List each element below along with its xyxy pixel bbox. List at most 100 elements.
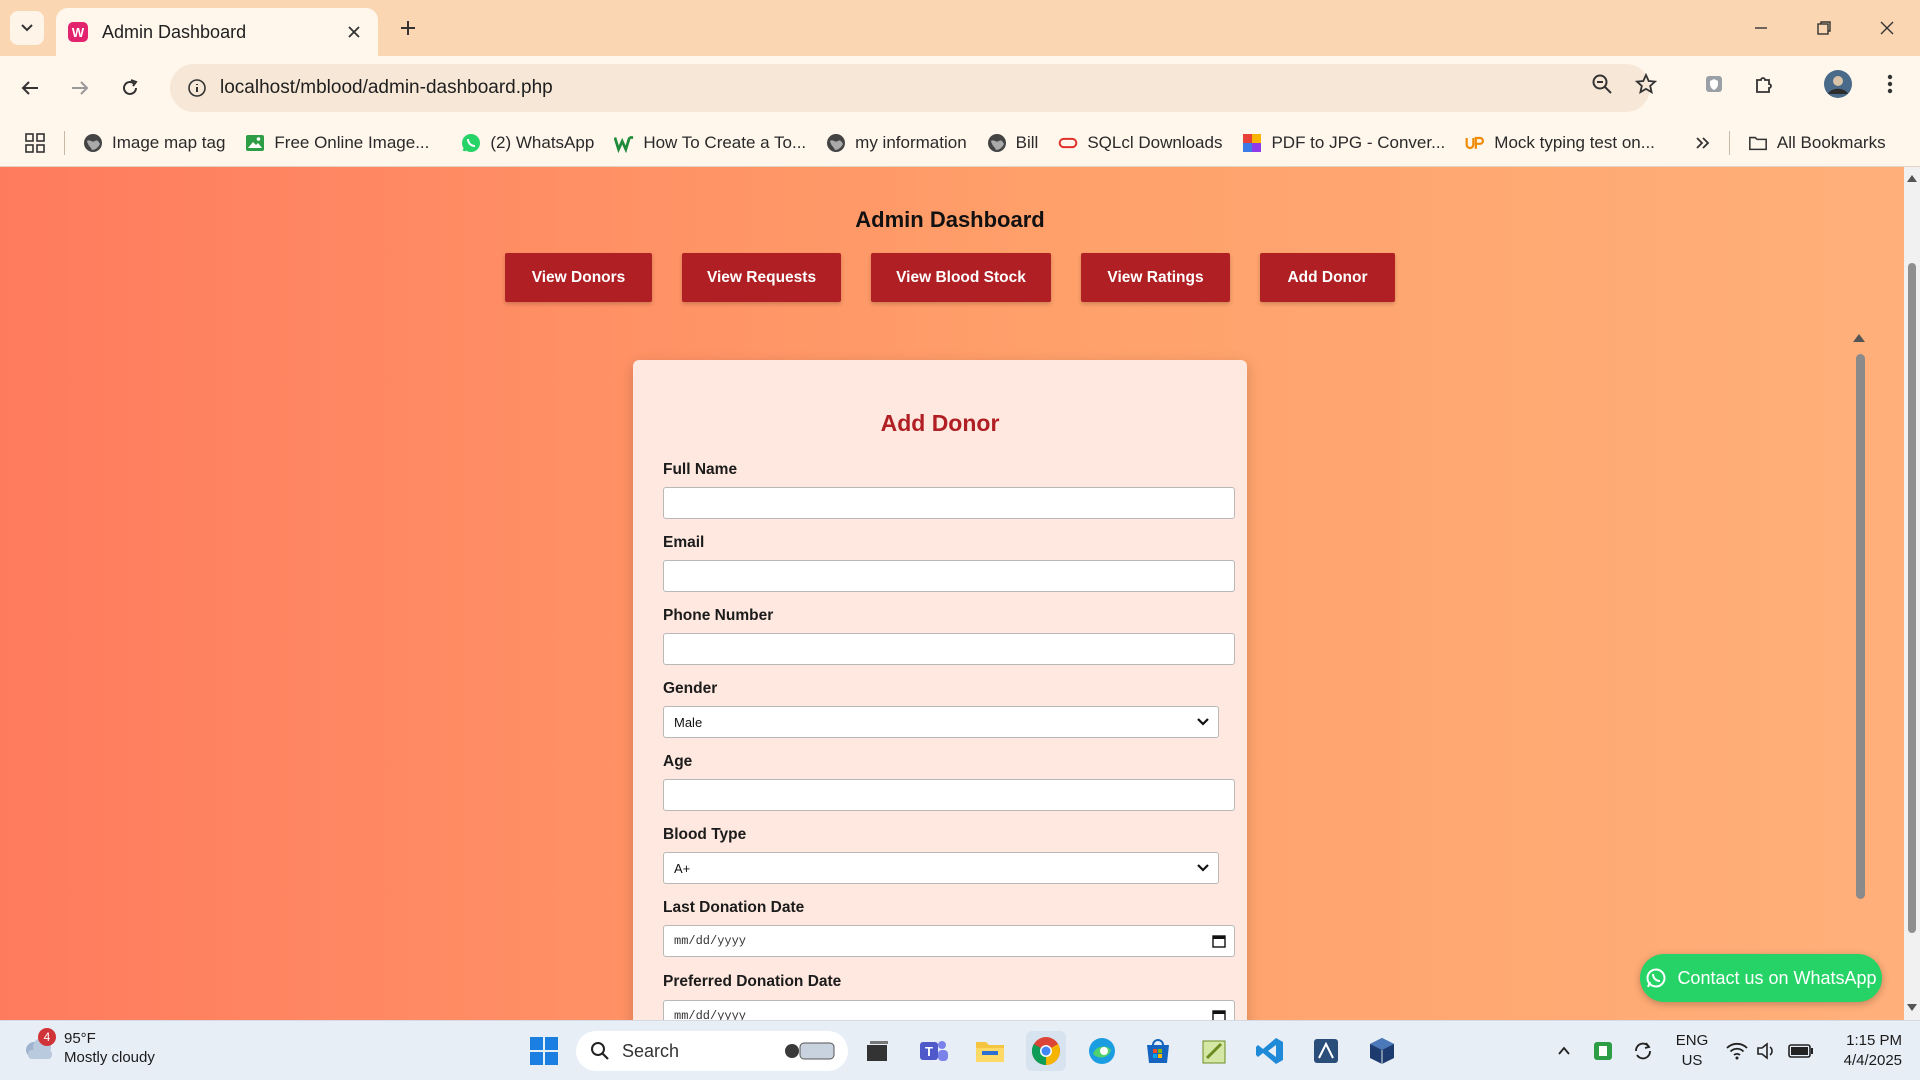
scroll-up-arrow-icon[interactable] xyxy=(1853,334,1865,342)
extension-shield-button[interactable] xyxy=(1694,64,1734,104)
back-button[interactable] xyxy=(10,68,50,108)
bookmark-item[interactable]: Image map tag xyxy=(73,125,235,161)
view-ratings-button[interactable]: View Ratings xyxy=(1081,253,1230,302)
preferred-donation-date-input[interactable]: mm/dd/yyyy xyxy=(663,1000,1235,1020)
chevron-down-icon xyxy=(21,24,33,32)
volume-status[interactable] xyxy=(1754,1031,1780,1071)
close-window-button[interactable] xyxy=(1863,8,1911,48)
view-requests-button[interactable]: View Requests xyxy=(682,253,841,302)
address-bar[interactable]: localhost/mblood/admin-dashboard.php xyxy=(170,64,1650,112)
teams-icon: T xyxy=(920,1041,948,1061)
bookmark-item[interactable]: How To Create a To... xyxy=(604,125,816,161)
whatsapp-contact-button[interactable]: Contact us on WhatsApp xyxy=(1640,954,1882,1002)
teams-app[interactable]: T xyxy=(914,1031,954,1071)
tray-sync[interactable] xyxy=(1628,1031,1658,1071)
add-donor-button[interactable]: Add Donor xyxy=(1260,253,1395,302)
age-input[interactable] xyxy=(663,779,1235,811)
virtualbox-app[interactable] xyxy=(1362,1031,1402,1071)
bookmark-item[interactable]: PDF to JPG - Conver... xyxy=(1232,125,1455,161)
tray-app-green[interactable] xyxy=(1588,1031,1618,1071)
form-title: Add Donor xyxy=(880,410,1000,436)
zoom-button[interactable] xyxy=(1582,64,1622,104)
bookmark-star-button[interactable] xyxy=(1626,64,1666,104)
globe-icon xyxy=(826,133,846,153)
last-donation-date-input[interactable]: mm/dd/yyyy xyxy=(663,925,1235,957)
phone-input[interactable] xyxy=(663,633,1235,665)
weather-widget[interactable]: 4 95°F Mostly cloudy xyxy=(20,1028,155,1067)
taskbar-search[interactable]: Search xyxy=(576,1031,848,1071)
blood-type-label: Blood Type xyxy=(663,826,747,843)
forward-button[interactable] xyxy=(60,68,100,108)
view-donors-button[interactable]: View Donors xyxy=(505,253,652,302)
vscode-app[interactable] xyxy=(1250,1031,1290,1071)
new-tab-button[interactable] xyxy=(392,12,424,44)
scroll-down-arrow-icon[interactable] xyxy=(1906,1003,1918,1013)
bookmark-item[interactable]: SQLcl Downloads xyxy=(1048,125,1232,161)
inner-scroll-thumb[interactable] xyxy=(1856,354,1865,899)
all-bookmarks-button[interactable]: All Bookmarks xyxy=(1738,125,1896,161)
blood-type-select[interactable]: A+ xyxy=(663,852,1219,884)
whatsapp-icon xyxy=(1646,968,1666,988)
full-name-input[interactable] xyxy=(663,487,1235,519)
page-scroll-thumb[interactable] xyxy=(1908,263,1916,933)
site-info-icon[interactable] xyxy=(182,73,212,103)
shield-extension-icon xyxy=(1706,76,1722,92)
email-input[interactable] xyxy=(663,560,1235,592)
clock-time: 1:15 PM xyxy=(1846,1032,1902,1049)
calendar-icon[interactable] xyxy=(1212,1009,1226,1020)
task-view-button[interactable] xyxy=(858,1031,898,1071)
bookmarks-overflow-button[interactable] xyxy=(1685,125,1721,161)
wamp-favicon-icon: W xyxy=(68,22,88,42)
tab-title: Admin Dashboard xyxy=(102,21,247,42)
bookmark-item[interactable]: Free Online Image... xyxy=(235,125,439,161)
bookmarks-bar: Image map tag Free Online Image... (2) W… xyxy=(0,119,1920,167)
scroll-up-arrow-icon[interactable] xyxy=(1906,173,1918,183)
profile-avatar-button[interactable] xyxy=(1818,64,1858,104)
file-explorer-app[interactable] xyxy=(970,1031,1010,1071)
chrome-app[interactable] xyxy=(1026,1031,1066,1071)
view-blood-stock-button[interactable]: View Blood Stock xyxy=(871,253,1051,302)
image-icon xyxy=(245,133,265,153)
snipping-app[interactable] xyxy=(1306,1031,1346,1071)
gender-select[interactable]: Male xyxy=(663,706,1219,738)
browser-tab-active[interactable]: W Admin Dashboard xyxy=(56,8,378,56)
calendar-icon[interactable] xyxy=(1212,934,1226,948)
speaker-icon xyxy=(1757,1042,1773,1060)
tray-overflow-button[interactable] xyxy=(1550,1031,1578,1071)
edge-app[interactable] xyxy=(1082,1031,1122,1071)
tab-search-button[interactable] xyxy=(10,11,44,45)
minimize-button[interactable] xyxy=(1737,8,1785,48)
pdf-tool-icon xyxy=(1242,133,1262,153)
chrome-icon xyxy=(1031,1037,1060,1066)
more-vertical-icon xyxy=(1887,74,1893,94)
wifi-status[interactable] xyxy=(1724,1031,1750,1071)
windows-logo-icon xyxy=(530,1037,558,1065)
browser-menu-button[interactable] xyxy=(1870,64,1910,104)
cube-icon xyxy=(1370,1038,1394,1064)
arrow-right-icon xyxy=(72,81,89,95)
system-clock[interactable]: 1:15 PM 4/4/2025 xyxy=(1826,1031,1902,1071)
bookmark-item[interactable]: Mock typing test on... xyxy=(1455,125,1665,161)
battery-status[interactable] xyxy=(1786,1031,1816,1071)
language-indicator[interactable]: ENG US xyxy=(1672,1031,1712,1071)
bookmark-item[interactable]: Bill xyxy=(977,125,1049,161)
temperature: 95°F xyxy=(64,1030,96,1047)
notepad-plus-app[interactable] xyxy=(1194,1031,1234,1071)
inner-scrollbar[interactable] xyxy=(1852,332,1866,1020)
reload-button[interactable] xyxy=(110,68,150,108)
tab-close-button[interactable] xyxy=(342,20,366,44)
page-scrollbar[interactable] xyxy=(1904,167,1920,1020)
extensions-button[interactable] xyxy=(1744,64,1784,104)
apps-button[interactable] xyxy=(0,125,56,161)
sync-icon xyxy=(1635,1042,1651,1060)
close-icon xyxy=(1880,21,1894,35)
microsoft-store-app[interactable] xyxy=(1138,1031,1178,1071)
minimize-icon xyxy=(1755,27,1767,29)
double-chevron-right-icon xyxy=(1696,136,1710,149)
bookmark-item[interactable]: (2) WhatsApp xyxy=(451,125,604,161)
restore-button[interactable] xyxy=(1800,8,1848,48)
bookmark-item[interactable]: my information xyxy=(816,125,976,161)
full-name-label: Full Name xyxy=(663,461,738,478)
start-button[interactable] xyxy=(524,1031,564,1071)
wifi-icon xyxy=(1726,1042,1748,1060)
